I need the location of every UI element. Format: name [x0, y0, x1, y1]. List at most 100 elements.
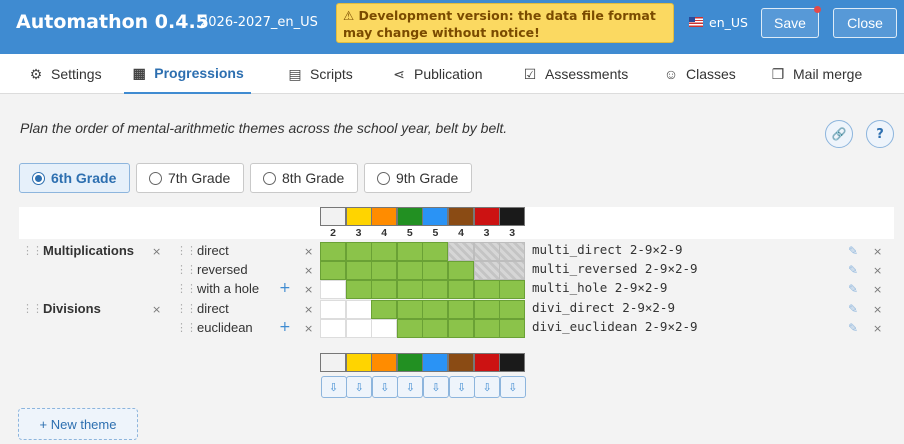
remove-theme-icon[interactable]: ×	[152, 245, 161, 258]
belt-count: 3	[355, 227, 362, 239]
grade-option-8[interactable]: 8th Grade	[250, 163, 358, 193]
remove-subtheme-icon[interactable]: ×	[304, 322, 313, 335]
belt-cell[interactable]	[473, 280, 500, 300]
radio-button[interactable]	[149, 171, 162, 185]
tab-assessments[interactable]: ☑ Assessments	[522, 54, 629, 94]
radio-button[interactable]	[263, 171, 276, 185]
belt-cell[interactable]	[345, 299, 372, 319]
belt-cell[interactable]	[448, 242, 474, 261]
belt-cell[interactable]	[320, 280, 346, 300]
remove-subtheme-icon[interactable]: ×	[304, 283, 313, 296]
belt-cell[interactable]	[473, 318, 500, 338]
remove-subtheme-icon[interactable]: ×	[304, 264, 313, 277]
download-belt-button[interactable]: ⇩	[346, 376, 373, 398]
belt-cell[interactable]	[345, 280, 372, 300]
add-subtheme-icon[interactable]: +	[279, 280, 291, 296]
drag-handle-icon[interactable]: ⋮⋮	[176, 244, 197, 257]
copy-icon: ❐	[771, 65, 785, 82]
tab-scripts[interactable]: ▤ Scripts	[287, 54, 352, 94]
download-belt-button[interactable]: ⇩	[499, 376, 526, 398]
belt-cell[interactable]	[371, 242, 398, 261]
belt-cell[interactable]	[448, 318, 474, 338]
tab-publication[interactable]: ⋖ Publication	[391, 54, 482, 94]
remove-exercise-icon[interactable]: ×	[873, 264, 882, 277]
belt-cell[interactable]	[499, 280, 526, 300]
download-belt-button[interactable]: ⇩	[474, 376, 501, 398]
grade-option-9[interactable]: 9th Grade	[364, 163, 472, 193]
tab-progressions[interactable]: ▦ Progressions	[124, 54, 251, 94]
belt-cell[interactable]	[448, 261, 474, 281]
belt-cell[interactable]	[371, 318, 398, 338]
belt-cell[interactable]	[422, 261, 449, 281]
tab-settings[interactable]: ⚙ Settings	[28, 54, 102, 94]
grade-option-7[interactable]: 7th Grade	[136, 163, 244, 193]
download-belt-button[interactable]: ⇩	[320, 376, 347, 398]
add-subtheme-icon[interactable]: +	[279, 319, 291, 335]
belt-cell[interactable]	[448, 299, 474, 319]
link-button[interactable]: 🔗	[825, 120, 853, 148]
belt-cell[interactable]	[499, 299, 526, 319]
belt-cell[interactable]	[499, 242, 526, 261]
download-icon: ⇩	[380, 380, 390, 394]
belt-cell[interactable]	[396, 299, 423, 319]
belt-cell[interactable]	[396, 242, 423, 261]
help-button[interactable]: ?	[866, 120, 894, 148]
language-label[interactable]: en_US	[709, 15, 748, 30]
drag-handle-icon[interactable]: ⋮⋮	[22, 302, 43, 315]
close-button[interactable]: Close	[833, 8, 897, 38]
belt-cell[interactable]	[320, 242, 346, 261]
belt-cell[interactable]	[448, 280, 474, 300]
tab-mail-merge[interactable]: ❐ Mail merge	[770, 54, 863, 94]
belt-cell[interactable]	[473, 261, 500, 281]
belt-cell[interactable]	[422, 299, 449, 319]
belt-cell[interactable]	[371, 280, 398, 300]
belt-cell[interactable]	[320, 318, 346, 338]
belt-cell[interactable]	[473, 299, 500, 319]
edit-icon[interactable]: ✎	[848, 244, 858, 258]
drag-handle-icon[interactable]: ⋮⋮	[176, 302, 197, 315]
edit-icon[interactable]: ✎	[848, 263, 858, 277]
drag-handle-icon[interactable]: ⋮⋮	[176, 321, 197, 334]
remove-subtheme-icon[interactable]: ×	[304, 245, 313, 258]
belt-cell[interactable]	[422, 318, 449, 338]
tab-label: Mail merge	[793, 66, 863, 82]
remove-exercise-icon[interactable]: ×	[873, 283, 882, 296]
save-button[interactable]: Save	[761, 6, 821, 38]
belt-cell[interactable]	[473, 242, 500, 261]
edit-icon[interactable]: ✎	[848, 282, 858, 296]
drag-handle-icon[interactable]: ⋮⋮	[176, 282, 197, 295]
belt-cell[interactable]	[371, 261, 398, 281]
belt-cell[interactable]	[422, 280, 449, 300]
download-belt-button[interactable]: ⇩	[448, 376, 475, 398]
edit-icon[interactable]: ✎	[848, 302, 858, 316]
belt-cell[interactable]	[320, 261, 346, 281]
belt-cell[interactable]	[396, 261, 423, 281]
download-belt-button[interactable]: ⇩	[397, 376, 424, 398]
remove-theme-icon[interactable]: ×	[152, 303, 161, 316]
radio-button[interactable]	[377, 171, 390, 185]
remove-exercise-icon[interactable]: ×	[873, 322, 882, 335]
belt-cell[interactable]	[345, 261, 372, 281]
belt-cell[interactable]	[396, 318, 423, 338]
belt-color-swatch	[371, 207, 398, 226]
edit-icon[interactable]: ✎	[848, 321, 858, 335]
grade-option-6[interactable]: 6th Grade	[19, 163, 130, 193]
remove-exercise-icon[interactable]: ×	[873, 245, 882, 258]
belt-cell[interactable]	[422, 242, 449, 261]
remove-subtheme-icon[interactable]: ×	[304, 303, 313, 316]
belt-cell[interactable]	[345, 242, 372, 261]
remove-exercise-icon[interactable]: ×	[873, 303, 882, 316]
belt-cell[interactable]	[499, 318, 526, 338]
new-theme-button[interactable]: + New theme	[18, 408, 138, 440]
belt-cell[interactable]	[499, 261, 526, 281]
drag-handle-icon[interactable]: ⋮⋮	[22, 244, 43, 257]
tab-classes[interactable]: ☺ Classes	[663, 54, 736, 94]
download-belt-button[interactable]: ⇩	[422, 376, 449, 398]
radio-button[interactable]	[32, 171, 45, 185]
belt-cell[interactable]	[345, 318, 372, 338]
download-belt-button[interactable]: ⇩	[371, 376, 398, 398]
belt-cell[interactable]	[320, 299, 346, 319]
belt-cell[interactable]	[396, 280, 423, 300]
drag-handle-icon[interactable]: ⋮⋮	[176, 263, 197, 276]
belt-cell[interactable]	[371, 299, 398, 319]
